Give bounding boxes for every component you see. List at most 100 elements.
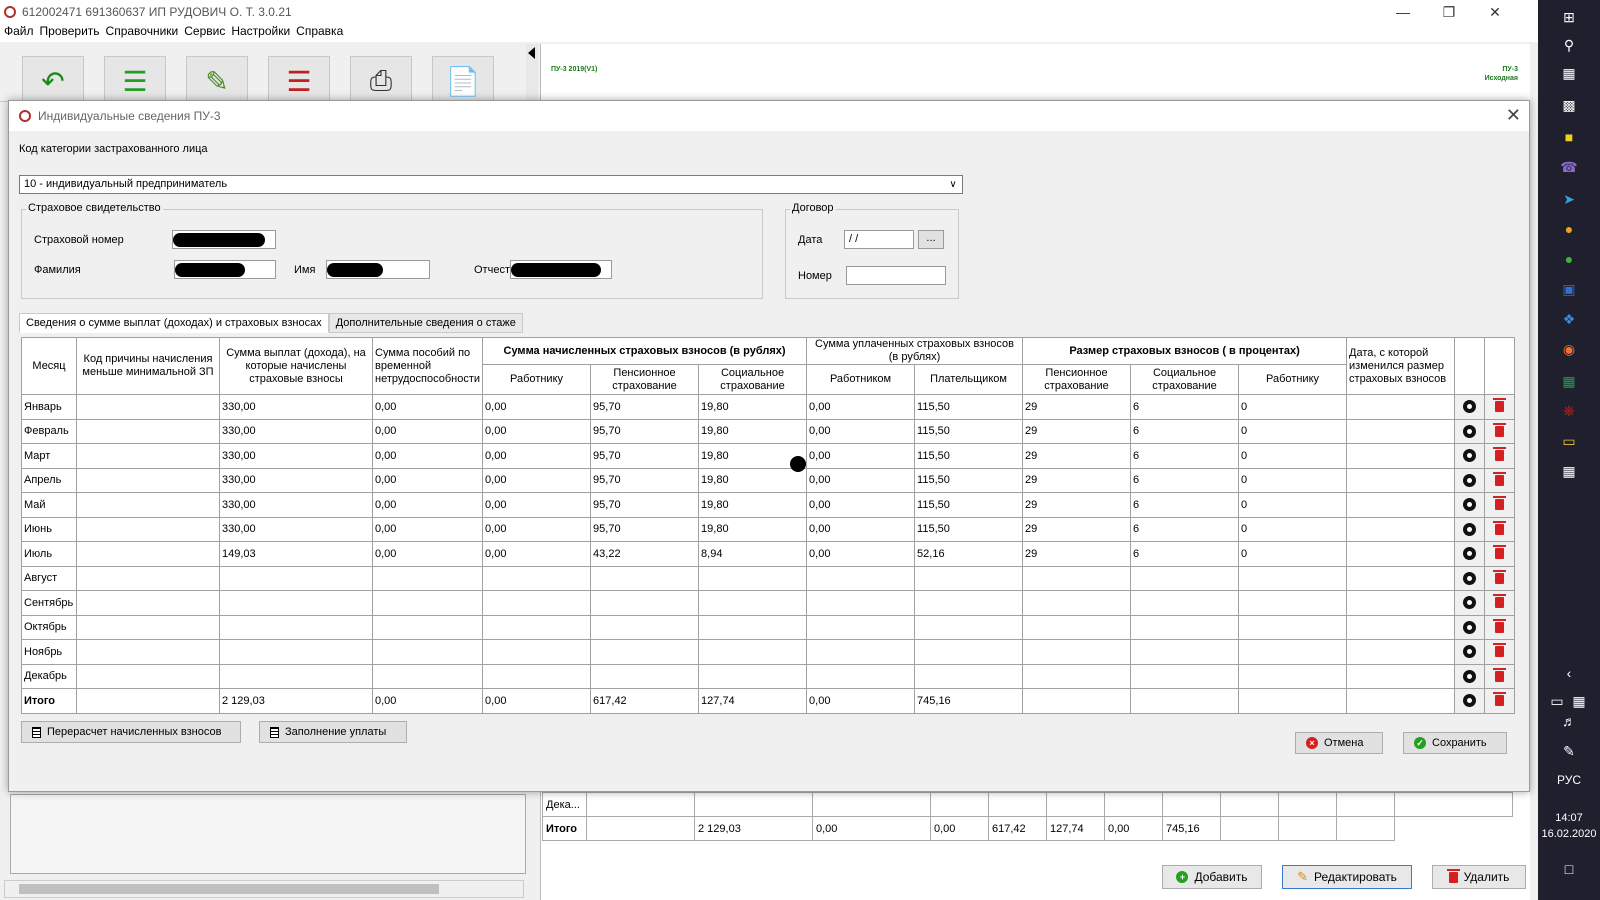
data-cell[interactable]: 0,00 <box>482 516 592 542</box>
menu-item-2[interactable]: Справочники <box>106 24 185 42</box>
back-button[interactable]: ↶ <box>22 56 84 106</box>
data-cell[interactable] <box>590 663 700 689</box>
data-cell[interactable] <box>76 418 220 444</box>
data-cell[interactable]: 0 <box>1238 541 1348 567</box>
contract-date-input[interactable]: / / <box>844 230 914 249</box>
data-cell[interactable] <box>1238 590 1348 616</box>
data-cell[interactable]: 0 <box>1238 492 1348 518</box>
edit-document-button[interactable]: ✎ <box>186 56 248 106</box>
data-cell[interactable] <box>219 639 373 665</box>
data-cell[interactable] <box>1022 614 1132 640</box>
cancel-button[interactable]: × Отмена <box>1295 732 1383 754</box>
data-cell[interactable] <box>76 565 220 591</box>
terminal-icon[interactable]: ▩ <box>1560 96 1578 114</box>
data-cell[interactable]: 6 <box>1130 394 1240 420</box>
data-cell[interactable] <box>76 492 220 518</box>
data-cell[interactable] <box>1346 443 1456 469</box>
data-cell[interactable] <box>1238 663 1348 689</box>
data-cell[interactable]: 95,70 <box>590 467 700 493</box>
row-delete-button[interactable] <box>1484 663 1516 689</box>
data-cell[interactable]: 19,80 <box>698 516 808 542</box>
data-cell[interactable] <box>482 639 592 665</box>
row-settings-button[interactable] <box>1454 443 1486 469</box>
data-cell[interactable]: 330,00 <box>219 394 373 420</box>
utorrent-icon[interactable]: ● <box>1560 250 1578 268</box>
data-cell[interactable] <box>1346 516 1456 542</box>
data-cell[interactable] <box>76 516 220 542</box>
data-cell[interactable] <box>371 565 484 591</box>
data-cell[interactable] <box>1130 614 1240 640</box>
data-cell[interactable]: 0 <box>1238 394 1348 420</box>
data-cell[interactable]: 127,74 <box>698 688 808 714</box>
battery-icon[interactable]: ▭ <box>1548 692 1566 710</box>
menu-item-4[interactable]: Настройки <box>231 24 296 42</box>
data-cell[interactable]: 95,70 <box>590 492 700 518</box>
data-cell[interactable] <box>698 663 808 689</box>
data-cell[interactable] <box>76 614 220 640</box>
data-cell[interactable]: 330,00 <box>219 443 373 469</box>
row-settings-button[interactable] <box>1454 467 1486 493</box>
data-cell[interactable]: 745,16 <box>914 688 1024 714</box>
data-cell[interactable] <box>219 663 373 689</box>
data-cell[interactable]: 29 <box>1022 443 1132 469</box>
row-delete-button[interactable] <box>1484 443 1516 469</box>
data-cell[interactable] <box>76 467 220 493</box>
menu-item-1[interactable]: Проверить <box>40 24 106 42</box>
data-cell[interactable] <box>1346 394 1456 420</box>
data-cell[interactable] <box>76 443 220 469</box>
data-cell[interactable] <box>1238 614 1348 640</box>
data-cell[interactable] <box>1022 639 1132 665</box>
data-cell[interactable] <box>1022 688 1132 714</box>
firefox-icon[interactable]: ◉ <box>1560 340 1578 358</box>
menu-item-3[interactable]: Сервис <box>184 24 231 42</box>
row-delete-button[interactable] <box>1484 590 1516 616</box>
data-cell[interactable]: 95,70 <box>590 443 700 469</box>
row-delete-button[interactable] <box>1484 614 1516 640</box>
data-cell[interactable] <box>806 663 916 689</box>
row-settings-button[interactable] <box>1454 418 1486 444</box>
data-cell[interactable] <box>914 614 1024 640</box>
row-delete-button[interactable] <box>1484 418 1516 444</box>
data-cell[interactable] <box>806 639 916 665</box>
data-cell[interactable] <box>806 590 916 616</box>
data-cell[interactable]: 95,70 <box>590 394 700 420</box>
scrollbar-thumb[interactable] <box>19 884 439 894</box>
add-document-button[interactable]: ☰ <box>104 56 166 106</box>
windows-start-icon[interactable]: ⊞ <box>1560 8 1578 26</box>
data-cell[interactable] <box>1022 565 1132 591</box>
row-settings-button[interactable] <box>1454 516 1486 542</box>
notifications-icon[interactable]: □ <box>1560 860 1578 878</box>
data-cell[interactable] <box>1022 663 1132 689</box>
data-cell[interactable]: 115,50 <box>914 418 1024 444</box>
data-cell[interactable]: 0 <box>1238 516 1348 542</box>
tab-experience[interactable]: Дополнительные сведения о стаже <box>328 313 523 333</box>
data-cell[interactable] <box>1346 639 1456 665</box>
row-delete-button[interactable] <box>1484 516 1516 542</box>
data-cell[interactable]: 0,00 <box>806 516 916 542</box>
data-cell[interactable] <box>590 639 700 665</box>
data-cell[interactable] <box>1346 467 1456 493</box>
data-cell[interactable] <box>1238 565 1348 591</box>
close-icon[interactable]: ✕ <box>1472 0 1518 24</box>
data-cell[interactable] <box>371 663 484 689</box>
row-delete-button[interactable] <box>1484 492 1516 518</box>
row-settings-button[interactable] <box>1454 663 1486 689</box>
data-cell[interactable]: 0,00 <box>482 394 592 420</box>
patronymic-input[interactable] <box>510 260 612 279</box>
category-select[interactable]: 10 - индивидуальный предприниматель ∨ <box>19 175 963 194</box>
export-button[interactable]: 📄 <box>432 56 494 106</box>
data-cell[interactable]: 6 <box>1130 418 1240 444</box>
clock-date[interactable]: 16.02.2020 <box>1538 828 1600 840</box>
save-button[interactable]: ✓ Сохранить <box>1403 732 1507 754</box>
data-cell[interactable] <box>1346 590 1456 616</box>
name-input[interactable] <box>326 260 430 279</box>
data-cell[interactable]: 0,00 <box>371 394 484 420</box>
data-cell[interactable] <box>371 590 484 616</box>
row-delete-button[interactable] <box>1484 394 1516 420</box>
data-cell[interactable] <box>1130 590 1240 616</box>
data-cell[interactable]: 330,00 <box>219 516 373 542</box>
data-cell[interactable]: 52,16 <box>914 541 1024 567</box>
data-cell[interactable]: 0,00 <box>482 541 592 567</box>
data-cell[interactable] <box>1346 663 1456 689</box>
splitter-collapse-button[interactable] <box>526 44 538 104</box>
